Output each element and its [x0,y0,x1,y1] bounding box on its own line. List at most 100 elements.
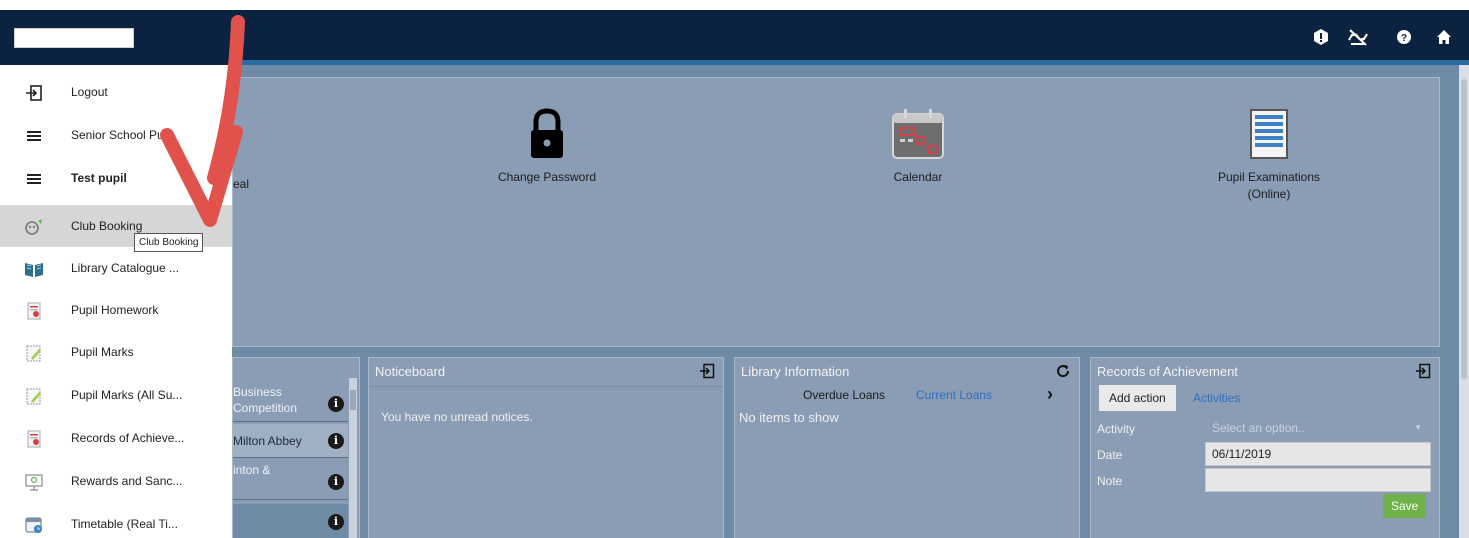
tab-overdue-loans[interactable]: Overdue Loans [803,388,885,402]
info-icon[interactable]: i [328,474,344,490]
book-icon [24,260,44,278]
app-window: ? eal Change Password Calendar Pupil Exa… [0,10,1469,538]
home-icon[interactable] [1433,26,1455,48]
hamburger-icon [24,170,44,188]
note-field[interactable] [1205,468,1431,492]
menu-label: Records of Achieve... [71,431,185,445]
rewards-icon [24,473,44,491]
records-of-achievement-widget: Records of Achievement Add action Activi… [1090,357,1440,538]
tile-calendar[interactable]: Calendar [828,108,1008,186]
svg-text:?: ? [1401,33,1407,44]
marks-icon [24,387,44,405]
noticeboard-widget: Noticeboard You have no unread notices. [368,357,724,538]
save-button[interactable]: Save [1383,494,1427,518]
menu-label: Senior School Pu [71,128,164,142]
top-bar: ? [0,10,1469,65]
club-row-line1: Business [233,385,282,399]
refresh-icon[interactable] [1055,363,1071,382]
club-list-widget: Business Competition i Milton Abbey i int… [232,357,360,538]
menu-label: Test pupil [71,171,127,185]
hamburger-icon [24,127,44,145]
club-row-line1: inton & [233,463,271,477]
activity-select-placeholder: Select an option.. [1212,421,1305,435]
menu-item-pupil-homework[interactable]: Pupil Homework [0,289,232,331]
quick-links-panel: eal Change Password Calendar Pupil Exami… [232,77,1440,347]
club-row[interactable]: Business Competition i [233,382,348,422]
tile-change-password[interactable]: Change Password [457,108,637,186]
timetable-icon [24,516,44,534]
noticeboard-message: You have no unread notices. [381,410,533,424]
menu-label: Rewards and Sanc... [71,474,183,488]
homework-icon [24,302,44,320]
noticeboard-divider [369,386,723,387]
add-action-tab[interactable]: Add action [1099,385,1176,411]
exam-document-icon [1249,109,1289,163]
date-label: Date [1097,448,1123,462]
tile-pupil-examinations-label: Pupil Examinations (Online) [1179,169,1359,203]
menu-item-library-catalogue[interactable]: Library Catalogue ... [0,247,232,289]
page-scrollbar[interactable] [1459,65,1469,538]
menu-item-pupil-marks[interactable]: Pupil Marks [0,331,232,373]
club-row[interactable]: i [233,504,348,538]
tile-pupil-examinations[interactable]: Pupil Examinations (Online) [1179,108,1359,203]
menu-label: Pupil Homework [71,303,159,317]
menu-item-rewards-and-sanctions[interactable]: Rewards and Sanc... [0,460,232,502]
note-label: Note [1097,474,1123,488]
club-row[interactable]: inton & i [233,460,348,500]
menu-item-records-of-achievement[interactable]: Records of Achieve... [0,417,232,459]
activity-select[interactable]: Select an option.. ▼ [1205,416,1431,440]
tile-partial-label: eal [233,177,250,191]
tile-exams-line1: Pupil Examinations [1217,170,1321,184]
menu-label: Timetable (Real Ti... [71,517,178,531]
tile-exams-line2: (Online) [1247,187,1291,201]
menu-label: Pupil Marks (All Su... [71,388,183,402]
activity-label: Activity [1097,422,1136,436]
club-booking-tooltip: Club Booking [134,233,204,252]
marks-icon [24,344,44,362]
menu-item-senior-school[interactable]: Senior School Pu [0,114,232,156]
library-empty-message: No items to show [739,410,839,425]
menu-item-timetable[interactable]: Timetable (Real Ti... [0,503,232,538]
next-tab-chevron-icon[interactable]: › [1047,384,1053,405]
records-icon [24,430,44,448]
tile-change-password-label: Change Password [497,170,597,184]
menu-label: Logout [71,85,108,99]
lock-icon [525,108,569,163]
menu-label: Library Catalogue ... [71,261,180,275]
noticeboard-title: Noticeboard [375,364,446,379]
open-achievement-icon[interactable] [1415,363,1431,382]
info-icon[interactable]: i [328,514,344,530]
menu-item-logout[interactable]: Logout [0,71,232,113]
page-scroll-thumb[interactable] [1461,79,1467,379]
calendar-icon [890,109,946,163]
menu-item-pupil-marks-all[interactable]: Pupil Marks (All Su... [0,374,232,416]
logout-icon [24,84,44,102]
library-title: Library Information [741,364,850,379]
menu-item-test-pupil[interactable]: Test pupil [0,157,232,199]
club-list-scroll-thumb[interactable] [350,390,356,410]
sidebar-menu: Logout Senior School Pu Test pupil Club … [0,65,232,538]
info-icon[interactable]: i [328,433,344,449]
date-field[interactable]: 06/11/2019 [1205,442,1431,466]
club-row[interactable]: Milton Abbey i [233,424,348,458]
club-list-scrollbar[interactable] [349,378,357,538]
tile-partial[interactable]: eal [233,170,273,193]
dashboard-main: eal Change Password Calendar Pupil Exami… [232,65,1469,538]
club-row-line2: Competition [233,401,298,415]
school-logo-box[interactable] [14,28,134,48]
tab-current-loans[interactable]: Current Loans [916,388,992,402]
info-icon[interactable]: i [328,396,344,412]
achievement-title: Records of Achievement [1097,364,1238,379]
library-information-widget: Library Information Overdue Loans Curren… [734,357,1080,538]
menu-label: Pupil Marks [71,345,134,359]
club-row-line1: Milton Abbey [233,434,302,448]
help-icon[interactable]: ? [1393,26,1415,48]
club-row-text: Business Competition [233,384,297,416]
menu-label: Club Booking [71,219,143,233]
club-icon [24,218,44,236]
activities-tab[interactable]: Activities [1183,385,1250,411]
dropdown-arrow-icon: ▼ [1414,423,1422,432]
alert-icon[interactable] [1310,26,1332,48]
open-noticeboard-icon[interactable] [699,363,715,382]
no-connection-icon[interactable] [1346,26,1368,48]
